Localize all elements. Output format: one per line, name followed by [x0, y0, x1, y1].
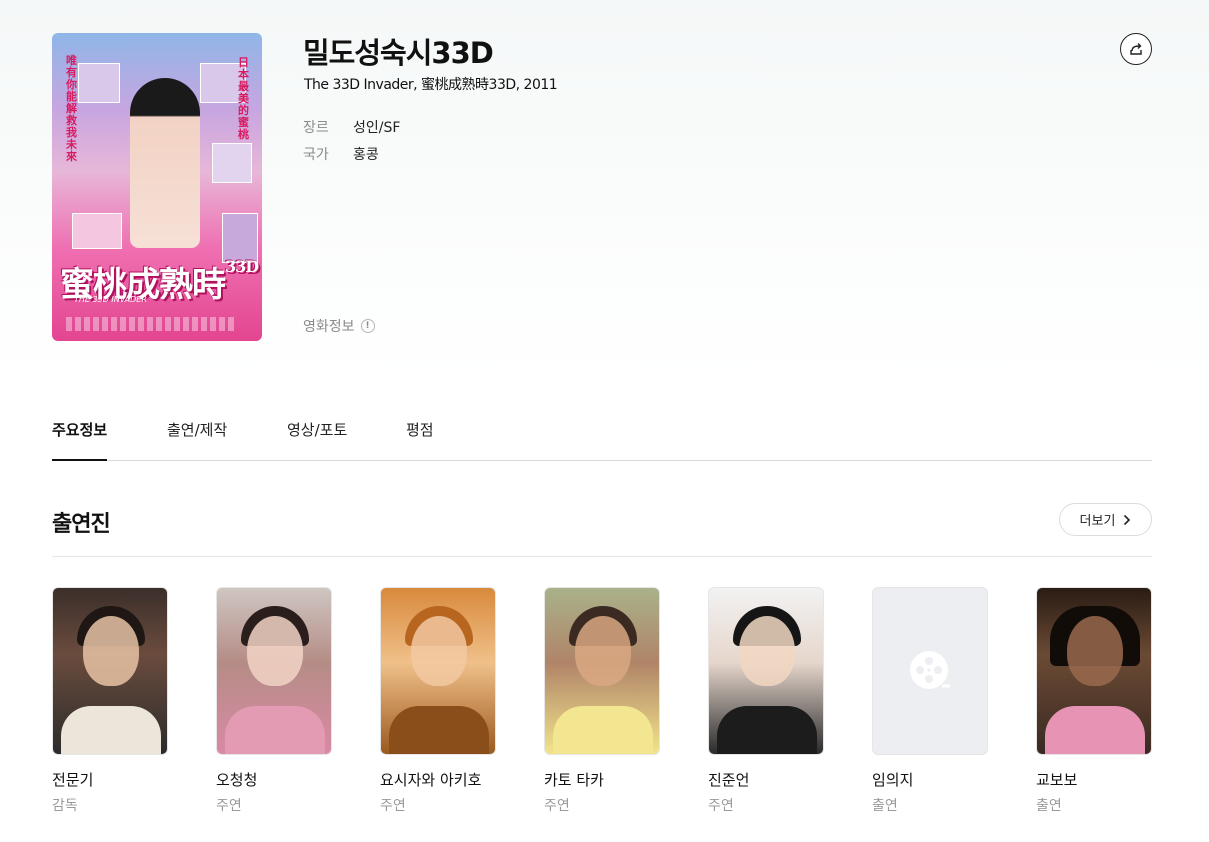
- cast-photo: [216, 587, 332, 755]
- cast-role: 주연: [380, 798, 406, 814]
- photo-detail: [1067, 616, 1123, 686]
- poster-inset-image: [222, 213, 258, 263]
- section-divider: [52, 556, 1152, 557]
- cast-list: 전문기 감독 오청청 주연 요시자와 아키호 주연 카토 타카 주연 진준언 주…: [52, 587, 1152, 817]
- cast-role: 주연: [544, 798, 570, 814]
- cast-card[interactable]: 전문기 감독: [52, 587, 168, 815]
- cast-name: 교보보: [1036, 771, 1078, 789]
- cast-photo-placeholder: [872, 587, 988, 755]
- poster-logo-subtitle: THE 33D INVADER: [74, 295, 147, 304]
- poster-logo-3d: 33D: [225, 257, 259, 276]
- photo-detail: [1045, 706, 1145, 754]
- tab-video-photo[interactable]: 영상/포토: [287, 419, 347, 459]
- cast-name: 오청청: [216, 771, 258, 789]
- film-reel-icon: [910, 651, 950, 689]
- cast-section-title: 출연진: [52, 512, 111, 537]
- info-icon: !: [360, 319, 375, 333]
- genre-label: 장르: [303, 120, 329, 136]
- cast-name: 진준언: [708, 771, 750, 789]
- movie-poster[interactable]: 唯有你能解救我未來 日本最美的蜜桃 蜜桃成熟時33D THE 33D INVAD…: [52, 33, 262, 341]
- movie-detail-page: 唯有你能解救我未來 日本最美的蜜桃 蜜桃成熟時33D THE 33D INVAD…: [0, 0, 1209, 842]
- cast-photo: [52, 587, 168, 755]
- movie-title: 밀도성숙시33D: [303, 36, 494, 70]
- photo-detail: [225, 706, 325, 754]
- genre-row: 장르 성인/SF: [303, 117, 400, 137]
- country-row: 국가 홍콩: [303, 144, 379, 164]
- poster-vertical-text-left: 唯有你能解救我未來: [66, 54, 77, 163]
- photo-detail: [575, 616, 631, 686]
- more-button[interactable]: 더보기: [1059, 503, 1152, 536]
- cast-photo: [708, 587, 824, 755]
- photo-detail: [739, 616, 795, 686]
- cast-photo: [1036, 587, 1152, 755]
- movie-subtitle: The 33D Invader, 蜜桃成熟時33D, 2011: [304, 77, 558, 93]
- poster-vertical-text-right: 日本最美的蜜桃: [238, 56, 249, 141]
- cast-role: 출연: [872, 798, 898, 814]
- cast-role: 주연: [216, 798, 242, 814]
- cast-card[interactable]: 요시자와 아키호 주연: [380, 587, 496, 815]
- cast-name: 전문기: [52, 771, 94, 789]
- cast-card[interactable]: 진준언 주연: [708, 587, 824, 815]
- poster-figure: [130, 78, 200, 248]
- movie-info-label: 영화정보: [303, 319, 355, 335]
- poster-inset-image: [78, 63, 120, 103]
- cast-name: 임의지: [872, 771, 914, 789]
- poster-inset-image: [72, 213, 122, 249]
- photo-detail: [553, 706, 653, 754]
- cast-role: 감독: [52, 798, 78, 814]
- cast-role: 주연: [708, 798, 734, 814]
- photo-detail: [83, 616, 139, 686]
- photo-detail: [411, 616, 467, 686]
- tab-cast-crew[interactable]: 출연/제작: [167, 419, 227, 459]
- share-button[interactable]: [1120, 33, 1152, 65]
- photo-detail: [61, 706, 161, 754]
- cast-card[interactable]: 임의지 출연: [872, 587, 988, 815]
- more-button-label: 더보기: [1079, 514, 1116, 529]
- photo-detail: [247, 616, 303, 686]
- cast-card[interactable]: 카토 타카 주연: [544, 587, 660, 815]
- cast-photo: [544, 587, 660, 755]
- photo-detail: [389, 706, 489, 754]
- movie-info-link[interactable]: 영화정보 !: [303, 316, 375, 336]
- cast-card[interactable]: 오청청 주연: [216, 587, 332, 815]
- chevron-right-icon: [1124, 514, 1131, 525]
- tab-bar: 주요정보 출연/제작 영상/포토 평점: [52, 405, 1152, 461]
- genre-value: 성인/SF: [353, 120, 401, 136]
- tab-main-info[interactable]: 주요정보: [52, 419, 108, 461]
- country-label: 국가: [303, 147, 329, 163]
- tab-ratings[interactable]: 평점: [406, 419, 434, 459]
- country-value: 홍콩: [353, 147, 379, 163]
- poster-credits: [66, 317, 236, 331]
- cast-photo: [380, 587, 496, 755]
- cast-name: 요시자와 아키호: [380, 771, 482, 789]
- cast-card[interactable]: 교보보 출연: [1036, 587, 1152, 815]
- cast-role: 출연: [1036, 798, 1062, 814]
- share-icon: [1130, 43, 1142, 55]
- poster-inset-image: [212, 143, 252, 183]
- photo-detail: [717, 706, 817, 754]
- cast-name: 카토 타카: [544, 771, 604, 789]
